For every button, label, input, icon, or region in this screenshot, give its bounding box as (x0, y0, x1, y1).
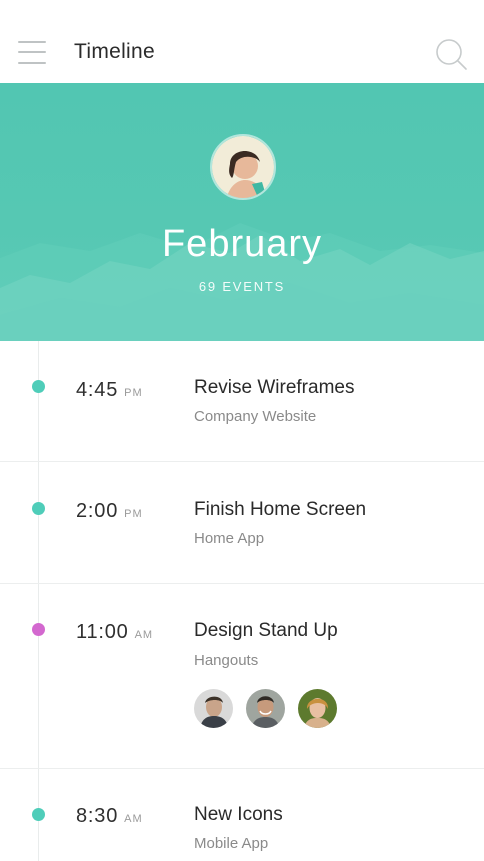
search-icon[interactable] (434, 37, 468, 71)
attendee-avatar[interactable] (194, 689, 233, 728)
event-ampm: PM (124, 387, 143, 399)
event-ampm: AM (124, 813, 143, 825)
event-title: Design Stand Up (194, 620, 338, 641)
attendee-avatar[interactable] (298, 689, 337, 728)
hero-banner: February 69 EVENTS (0, 83, 484, 341)
event-time: 4:45 PM (76, 379, 143, 401)
month-title: February (161, 223, 323, 265)
event-dot (32, 623, 45, 636)
event-subtitle: Company Website (194, 408, 317, 425)
event-dot (32, 808, 45, 821)
event-time: 11:00 AM (76, 621, 154, 643)
event-subtitle: Home App (194, 530, 265, 547)
event-subtitle: Hangouts (194, 652, 259, 669)
attendee-avatar[interactable] (246, 689, 285, 728)
attendee-list (194, 689, 337, 728)
event-subtitle: Mobile App (194, 835, 269, 852)
events-count: 69 EVENTS (198, 279, 286, 294)
hamburger-menu-icon[interactable] (18, 41, 46, 65)
event-time: 8:30 AM (76, 805, 143, 827)
event-time: 2:00 PM (76, 500, 143, 522)
timeline-event[interactable]: 2:00 PM Finish Home Screen Home App (0, 462, 484, 584)
event-title: Revise Wireframes (194, 377, 355, 398)
timeline-event[interactable]: 4:45 PM Revise Wireframes Company Website (0, 341, 484, 462)
event-title: New Icons (194, 804, 283, 825)
event-dot (32, 502, 45, 515)
event-ampm: AM (134, 629, 154, 641)
profile-avatar[interactable] (210, 134, 276, 200)
event-title: Finish Home Screen (194, 499, 367, 520)
event-dot (32, 380, 45, 393)
page-title: Timeline (74, 40, 155, 63)
event-ampm: PM (124, 508, 143, 520)
mountain-background-image (0, 223, 484, 341)
timeline-event[interactable]: 8:30 AM New Icons Mobile App (0, 769, 484, 861)
top-bar: Timeline (0, 0, 484, 83)
timeline-event[interactable]: 11:00 AM Design Stand Up Hangouts (0, 584, 484, 769)
